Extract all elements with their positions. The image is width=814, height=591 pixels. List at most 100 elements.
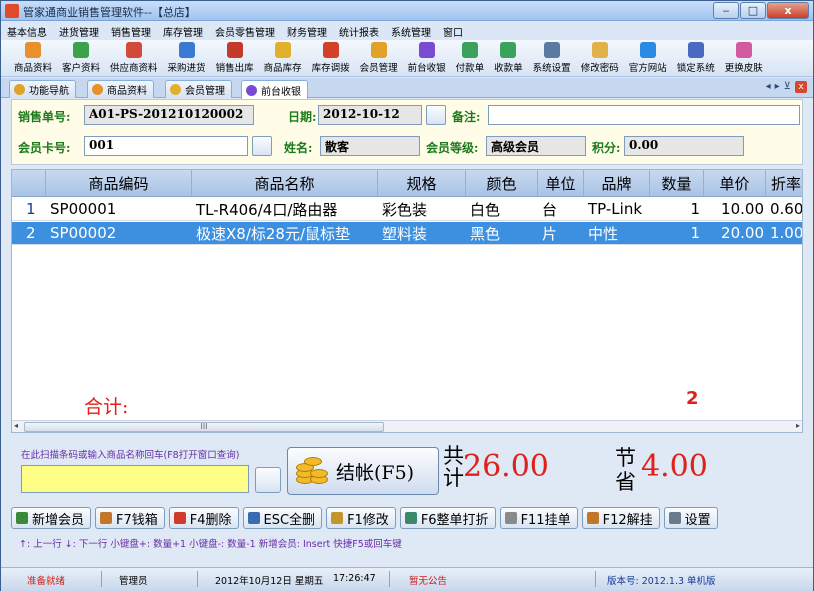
- toolbar-button[interactable]: 修改密码: [576, 40, 624, 76]
- menu-reports[interactable]: 统计报表: [333, 22, 385, 40]
- status-notice: 暂无公告: [409, 576, 448, 587]
- coins-icon: [292, 453, 332, 489]
- table-row[interactable]: 1 SP00001 TL-R406/4口/路由器 彩色装 白色 台 TP-Lin…: [12, 198, 802, 221]
- menu-finance[interactable]: 财务管理: [281, 22, 333, 40]
- order-no-field[interactable]: A01-PS-201210120002: [84, 105, 254, 125]
- grid-header-cell[interactable]: 商品编码: [46, 170, 192, 196]
- name-field[interactable]: 散客: [320, 136, 420, 156]
- row-number: 1: [26, 200, 36, 218]
- toolbar-icon: [591, 42, 608, 58]
- name-label: 姓名:: [284, 141, 313, 155]
- tab-product-info[interactable]: 商品资料: [87, 80, 154, 98]
- scan-hint: 在此扫描条码或输入商品名称回车(F8打开窗口查询): [21, 450, 240, 461]
- menu-window[interactable]: 窗口: [437, 22, 469, 40]
- tab-member-mgmt[interactable]: 会员管理: [165, 80, 232, 98]
- toolbar-button[interactable]: 库存调拨: [307, 40, 355, 76]
- fkey-button[interactable]: 设置: [663, 507, 718, 529]
- toolbar-button[interactable]: 商品库存: [259, 40, 307, 76]
- toolbar-button[interactable]: 官方网站: [624, 40, 672, 76]
- fkey-icon: [173, 512, 186, 524]
- fkey-button[interactable]: F6整单打折: [399, 507, 496, 529]
- menu-sales[interactable]: 销售管理: [105, 22, 157, 40]
- scrollbar-thumb[interactable]: III: [24, 422, 384, 432]
- toolbar-icon: [226, 42, 243, 58]
- close-button[interactable]: x: [767, 2, 809, 19]
- toolbar-button[interactable]: 商品资料: [9, 40, 57, 76]
- fkey-icon: [586, 512, 599, 524]
- menu-system[interactable]: 系统管理: [385, 22, 437, 40]
- fkey-button[interactable]: ESC全删: [242, 507, 323, 529]
- grid-header-cell[interactable]: 单位: [538, 170, 584, 196]
- saving-label-bottom: 省: [615, 470, 636, 494]
- fkey-button[interactable]: 新增会员: [11, 507, 92, 529]
- fkey-button[interactable]: F4删除: [168, 507, 239, 529]
- app-icon: [5, 4, 19, 18]
- calendar-icon[interactable]: [426, 105, 446, 125]
- toolbar-button[interactable]: 销售出库: [211, 40, 259, 76]
- fkey-button[interactable]: F12解挂: [581, 507, 660, 529]
- main-window: 管家通商业销售管理软件--【总店】 ‒ □ x 基本信息 进货管理 销售管理 库…: [0, 0, 814, 591]
- points-field[interactable]: 0.00: [624, 136, 744, 156]
- maximize-button[interactable]: □: [740, 2, 766, 19]
- horizontal-scrollbar[interactable]: ◂ III ▸: [12, 420, 802, 432]
- tab-next-icon[interactable]: ▸: [775, 81, 780, 93]
- toolbar-button[interactable]: 会员管理: [355, 40, 403, 76]
- tab-close-icon[interactable]: x: [795, 81, 807, 93]
- grid-header-cell[interactable]: 品牌: [584, 170, 650, 196]
- toolbar-button[interactable]: 收款单: [489, 40, 528, 76]
- fkey-button[interactable]: F1修改: [326, 507, 396, 529]
- scroll-left-icon[interactable]: ◂: [14, 421, 18, 430]
- grid-header-cell[interactable]: 颜色: [466, 170, 538, 196]
- toolbar-button[interactable]: 前台收银: [403, 40, 451, 76]
- fkey-button[interactable]: F7钱箱: [95, 507, 165, 529]
- checkout-button[interactable]: 结帐(F5): [287, 447, 439, 495]
- grid-header-cell[interactable]: 单价: [704, 170, 766, 196]
- tab-function-nav[interactable]: 功能导航: [9, 80, 76, 98]
- fkey-button[interactable]: F11挂单: [499, 507, 578, 529]
- toolbar-button[interactable]: 锁定系统: [672, 40, 720, 76]
- grid-header-cell[interactable]: 折率: [766, 170, 802, 196]
- fkey-label: F7钱箱: [116, 512, 158, 528]
- date-field[interactable]: 2012-10-12: [318, 105, 422, 125]
- toolbar-button[interactable]: 供应商资料: [105, 40, 163, 76]
- barcode-search-icon[interactable]: [255, 467, 281, 493]
- menu-inventory[interactable]: 库存管理: [157, 22, 209, 40]
- fkey-label: F11挂单: [520, 512, 571, 528]
- member-icon: [170, 84, 181, 95]
- toolbar-button[interactable]: 客户资料: [57, 40, 105, 76]
- fkey-icon: [100, 512, 113, 524]
- toolbar-button[interactable]: 系统设置: [528, 40, 576, 76]
- toolbar-label: 付款单: [455, 63, 485, 74]
- toolbar-icon: [73, 42, 90, 58]
- cell-qty: 1: [690, 224, 700, 242]
- fkey-icon: [247, 512, 260, 524]
- toolbar-icon: [125, 42, 142, 58]
- cell-rate: 1.00: [770, 224, 803, 242]
- order-header-form: 销售单号: A01-PS-201210120002 日期: 2012-10-12…: [11, 99, 803, 165]
- tab-prev-icon[interactable]: ◂: [766, 81, 771, 93]
- menu-purchase[interactable]: 进货管理: [53, 22, 105, 40]
- remark-field[interactable]: [488, 105, 800, 125]
- cell-name: 极速X8/标28元/鼠标垫: [196, 224, 351, 243]
- toolbar-button[interactable]: 付款单: [451, 40, 490, 76]
- table-row-selected[interactable]: 2 SP00002 极速X8/标28元/鼠标垫 塑料装 黑色 片 中性 1 20…: [12, 222, 803, 245]
- barcode-input[interactable]: [21, 465, 249, 493]
- grid-header-cell[interactable]: 商品名称: [192, 170, 378, 196]
- tab-pin-icon[interactable]: ⊻: [784, 81, 791, 93]
- menu-member-retail[interactable]: 会员零售管理: [209, 22, 281, 40]
- member-search-icon[interactable]: [252, 136, 272, 156]
- menu-basic-info[interactable]: 基本信息: [1, 22, 53, 40]
- scroll-right-icon[interactable]: ▸: [796, 421, 800, 430]
- grid-header-cell[interactable]: 数量: [650, 170, 704, 196]
- grid-header-cell[interactable]: 规格: [378, 170, 466, 196]
- level-field[interactable]: 高级会员: [486, 136, 586, 156]
- toolbar-button[interactable]: 采购进货: [163, 40, 211, 76]
- cashier-icon: [246, 84, 257, 96]
- toolbar-button[interactable]: 更换皮肤: [720, 40, 768, 76]
- tab-pos-cashier[interactable]: 前台收银: [241, 80, 308, 99]
- card-no-field[interactable]: 001: [84, 136, 248, 156]
- minimize-button[interactable]: ‒: [713, 2, 739, 19]
- toolbar: 商品资料 客户资料 供应商资料 采购进货 销售出库 商品库存 库存调拨 会员管理 前台收银 付款单…: [1, 40, 813, 77]
- total-label-top: 共: [443, 444, 464, 468]
- title-bar: 管家通商业销售管理软件--【总店】 ‒ □ x: [1, 1, 813, 21]
